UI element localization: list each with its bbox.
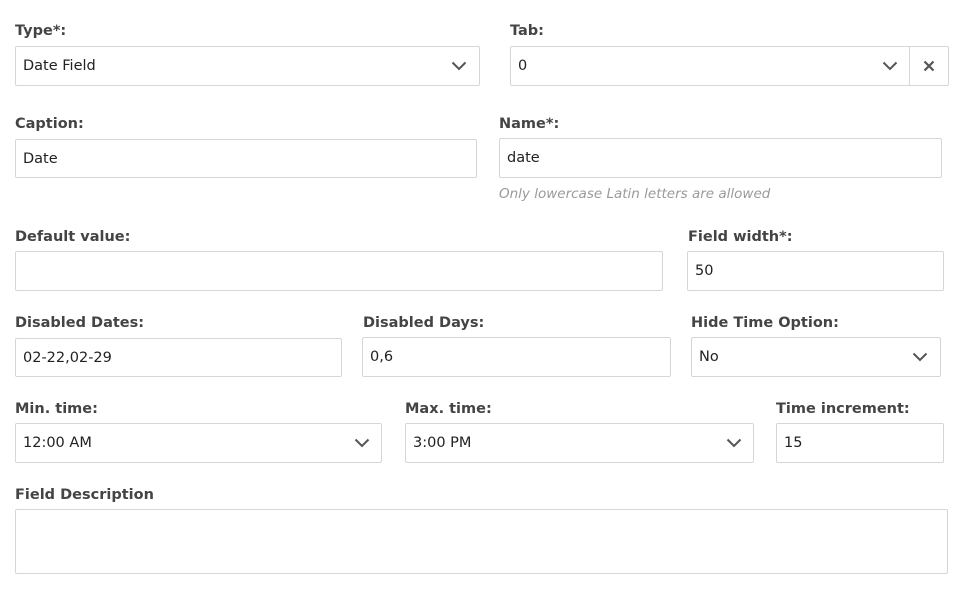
chevron-down-icon [726,438,742,448]
chevron-down-icon [354,438,370,448]
close-icon [923,60,935,72]
tab-select-value: 0 [518,58,528,74]
chevron-down-icon [882,61,898,71]
type-select[interactable]: Date Field [15,46,480,86]
max-time-select-value: 3:00 PM [413,435,472,451]
disabled-dates-input-value: 02-22,02-29 [23,349,112,366]
disabled-days-input[interactable]: 0,6 [362,337,671,377]
hide-time-select-value: No [699,349,719,365]
field-width-input-value: 50 [695,263,714,279]
min-time-select[interactable]: 12:00 AM [15,423,382,463]
chevron-down-icon [451,61,467,71]
field-width-input[interactable]: 50 [687,251,944,291]
hide-time-select[interactable]: No [691,337,941,377]
name-hint: Only lowercase Latin letters are allowed [499,186,771,202]
default-value-label: Default value: [15,229,131,245]
caption-label: Caption: [15,116,84,132]
type-select-value: Date Field [23,58,96,74]
max-time-label: Max. time: [405,401,492,417]
time-increment-input[interactable]: 15 [776,423,944,463]
disabled-dates-input[interactable]: 02-22,02-29 [15,338,342,377]
tab-label: Tab: [510,23,544,39]
name-label: Name*: [499,116,560,132]
time-increment-input-value: 15 [784,435,803,451]
field-width-label: Field width*: [688,229,793,245]
min-time-select-value: 12:00 AM [23,435,92,451]
chevron-down-icon [912,352,928,362]
field-description-label: Field Description [15,487,154,503]
caption-input-value: Date [23,150,58,167]
name-input[interactable]: date [499,138,942,178]
max-time-select[interactable]: 3:00 PM [405,423,754,463]
min-time-label: Min. time: [15,401,98,417]
field-description-textarea[interactable] [15,509,948,574]
default-value-input[interactable] [15,251,663,291]
disabled-dates-label: Disabled Dates: [15,315,145,331]
caption-input[interactable]: Date [15,139,477,178]
disabled-days-input-value: 0,6 [370,349,394,365]
disabled-days-label: Disabled Days: [363,315,485,331]
name-input-value: date [507,150,540,166]
time-increment-label: Time increment: [776,401,910,417]
tab-select[interactable]: 0 [510,46,910,86]
type-label: Type*: [15,23,67,39]
hide-time-label: Hide Time Option: [691,315,839,331]
tab-clear-button[interactable] [909,46,949,86]
